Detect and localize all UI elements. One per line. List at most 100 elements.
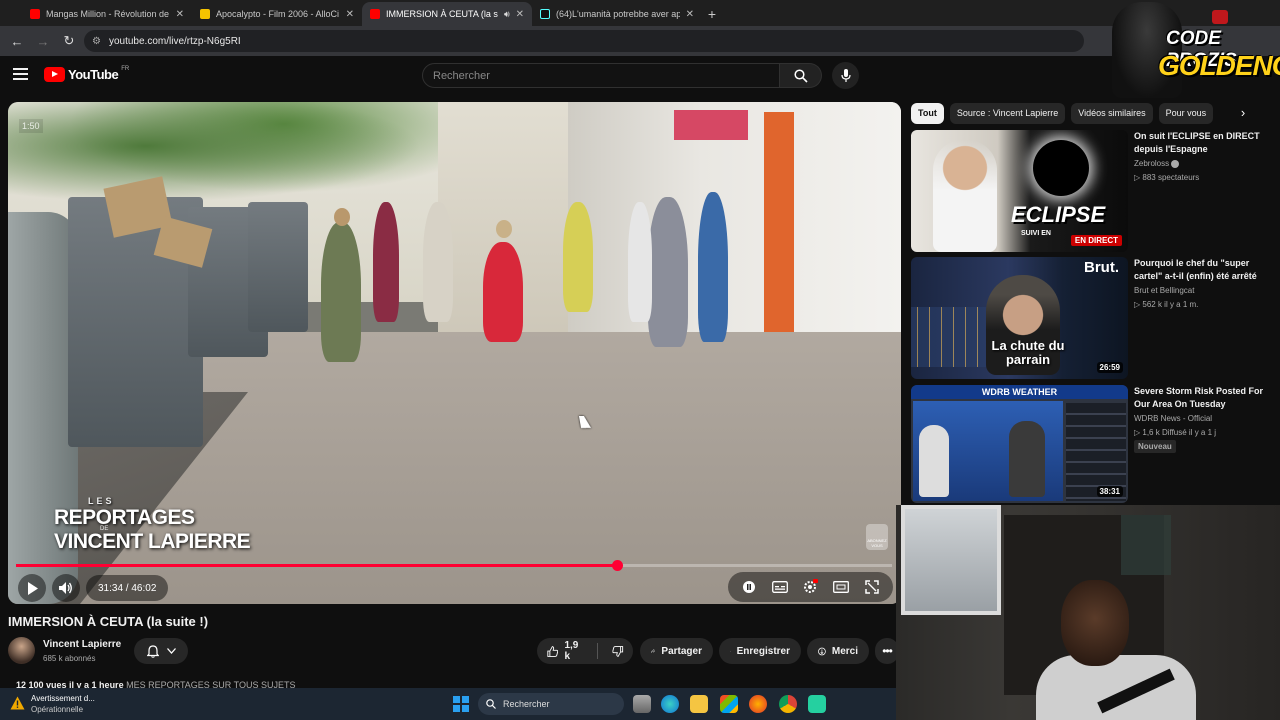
recommendation-item[interactable]: ECLIPSE SUIVI EN EN DIRECT On suit l'ECL…: [911, 130, 1271, 252]
pause-toggle-icon[interactable]: [740, 578, 758, 596]
tab-label: (64)L'umanità potrebbe aver ap: [556, 9, 680, 19]
fullscreen-icon[interactable]: [863, 578, 881, 596]
warning-icon[interactable]: [10, 696, 25, 710]
video-thumbnail[interactable]: ECLIPSE SUIVI EN EN DIRECT: [911, 130, 1128, 252]
progress-scrubber[interactable]: [611, 560, 623, 571]
dislike-thumb-icon[interactable]: [611, 645, 623, 658]
browser-tab-immersion[interactable]: IMMERSION À CEUTA (la su 🔊︎ ✕: [362, 2, 532, 26]
thumbnail-title: WDRB WEATHER: [911, 385, 1128, 399]
thanks-label: Merci: [831, 645, 858, 657]
theater-mode-icon[interactable]: [832, 578, 850, 596]
browser-tab-strip: Mangas Million - Révolution de ✕ Apocaly…: [0, 0, 1280, 26]
close-tab-icon[interactable]: ✕: [516, 9, 524, 20]
progress-bar[interactable]: [16, 560, 892, 571]
video-thumbnail[interactable]: WDRB WEATHER 38:31: [911, 385, 1128, 503]
recommendation-item[interactable]: WDRB WEATHER 38:31 Severe Storm Risk Pos…: [911, 385, 1271, 505]
volume-button[interactable]: [52, 574, 80, 602]
subtitles-icon[interactable]: [771, 578, 789, 596]
app-icon[interactable]: [808, 695, 826, 713]
chip-source[interactable]: Source : Vincent Lapierre: [949, 102, 1066, 124]
menu-hamburger-icon[interactable]: [13, 68, 28, 80]
time-badge: 1:50: [19, 119, 43, 133]
recommendation-meta: ▷ 883 spectateurs: [1134, 173, 1200, 182]
close-tab-icon[interactable]: ✕: [686, 9, 694, 20]
settings-gear-icon[interactable]: [801, 578, 819, 596]
forward-arrow-icon[interactable]: →: [32, 30, 54, 52]
save-button[interactable]: Enregistrer: [719, 638, 801, 664]
live-badge: EN DIRECT: [1070, 235, 1122, 246]
play-icon: [27, 581, 38, 595]
firefox-icon[interactable]: [749, 695, 767, 713]
more-dots-icon: •••: [882, 644, 893, 658]
like-thumb-icon[interactable]: [547, 645, 559, 658]
address-bar: ← → ↻ ⚙ youtube.com/live/rtzp-N6g5RI: [0, 26, 1280, 56]
duration-badge: 26:59: [1096, 362, 1123, 373]
recommendation-channel[interactable]: Zebroloss: [1134, 159, 1180, 168]
recommendation-title[interactable]: Pourquoi le chef du "super cartel" a-t-i…: [1134, 257, 1269, 283]
taskbar-search[interactable]: Rechercher: [478, 693, 624, 715]
close-tab-icon[interactable]: ✕: [346, 9, 354, 20]
recommendation-item[interactable]: Brut. La chute du parrain 26:59 Pourquoi…: [911, 257, 1271, 379]
youtube-favicon-icon: [370, 9, 380, 19]
chip-for-you[interactable]: Pour vous: [1158, 102, 1214, 124]
search-placeholder: Rechercher: [433, 69, 490, 82]
browser-tab-mangas[interactable]: Mangas Million - Révolution de ✕: [22, 2, 192, 26]
url-field[interactable]: ⚙ youtube.com/live/rtzp-N6g5RI: [84, 30, 1084, 52]
task-view-icon[interactable]: [633, 695, 651, 713]
recommendation-meta: ▷ 1,6 k Diffusé il y a 1 j: [1134, 428, 1217, 437]
video-thumbnail[interactable]: Brut. La chute du parrain 26:59: [911, 257, 1128, 379]
streamer-overlay-logo: CODE PROZIS GOLDENG: [1108, 2, 1280, 100]
share-button[interactable]: Partager: [640, 638, 713, 664]
recommendation-title[interactable]: On suit l'ECLIPSE en DIRECT depuis l'Esp…: [1134, 130, 1269, 156]
channel-name[interactable]: Vincent Lapierre: [43, 639, 121, 650]
close-tab-icon[interactable]: ✕: [176, 9, 184, 20]
browser-tab-tiktok[interactable]: (64)L'umanità potrebbe aver ap ✕: [532, 2, 702, 26]
brand-text-les: LES: [88, 496, 115, 506]
browser-tab-allocine[interactable]: Apocalypto - Film 2006 - AlloCi ✕: [192, 2, 362, 26]
url-text: youtube.com/live/rtzp-N6g5RI: [108, 35, 241, 47]
like-count[interactable]: 1,9 k: [564, 640, 582, 662]
overlay-line-2: GOLDENG: [1158, 50, 1280, 81]
recommendation-channel[interactable]: Brut et Bellingcat: [1134, 286, 1194, 295]
windows-start-icon[interactable]: [453, 696, 469, 712]
back-arrow-icon[interactable]: ←: [6, 30, 28, 52]
tab-label: Apocalypto - Film 2006 - AlloCi: [216, 9, 340, 19]
search-input[interactable]: Rechercher: [422, 63, 780, 88]
tiktok-favicon-icon: [540, 9, 550, 19]
audio-playing-icon[interactable]: 🔊︎: [504, 9, 510, 20]
windows-taskbar: Avertissement d... Opérationnelle Recher…: [0, 688, 896, 720]
verified-check-icon: [1171, 159, 1180, 168]
site-settings-icon[interactable]: ⚙: [92, 36, 101, 47]
channel-avatar[interactable]: [8, 637, 35, 664]
chip-all[interactable]: Tout: [911, 102, 944, 124]
save-label: Enregistrer: [736, 645, 790, 657]
region-code: FR: [121, 65, 130, 72]
search-button[interactable]: [780, 63, 822, 88]
time-display: 31:34 / 46:02: [86, 575, 169, 601]
taskbar-search-label: Rechercher: [503, 699, 550, 709]
new-tab-button[interactable]: +: [702, 2, 722, 26]
bookmark-icon: [730, 650, 731, 652]
chip-similar[interactable]: Vidéos similaires: [1071, 102, 1153, 124]
thanks-button[interactable]: Merci: [807, 638, 869, 664]
notification-bell-button[interactable]: [134, 638, 188, 664]
share-label: Partager: [661, 645, 702, 657]
microphone-icon: [840, 68, 851, 82]
recommendation-channel[interactable]: WDRB News - Official: [1134, 414, 1212, 423]
voice-search-button[interactable]: [832, 62, 859, 89]
recommendation-title[interactable]: Severe Storm Risk Posted For Our Area On…: [1134, 385, 1269, 411]
thumbnail-title: ECLIPSE: [1011, 202, 1106, 227]
chrome-icon[interactable]: [779, 695, 797, 713]
video-player[interactable]: 1:50 LES REPORTAGES DE VINCENT LAPIERRE …: [8, 102, 901, 604]
subscribe-watermark[interactable]: ABONNEZ VOUS: [866, 524, 888, 550]
search-icon: [486, 699, 496, 709]
file-explorer-icon[interactable]: [690, 695, 708, 713]
edge-browser-icon[interactable]: [661, 695, 679, 713]
reload-icon[interactable]: ↻: [58, 30, 80, 52]
play-button[interactable]: [18, 574, 46, 602]
store-icon[interactable]: [720, 695, 738, 713]
youtube-logo[interactable]: YouTube FR: [44, 65, 130, 82]
chevron-right-icon[interactable]: ›: [1234, 104, 1252, 122]
new-badge: Nouveau: [1134, 440, 1176, 453]
video-title: IMMERSION À CEUTA (la suite !): [8, 614, 209, 629]
